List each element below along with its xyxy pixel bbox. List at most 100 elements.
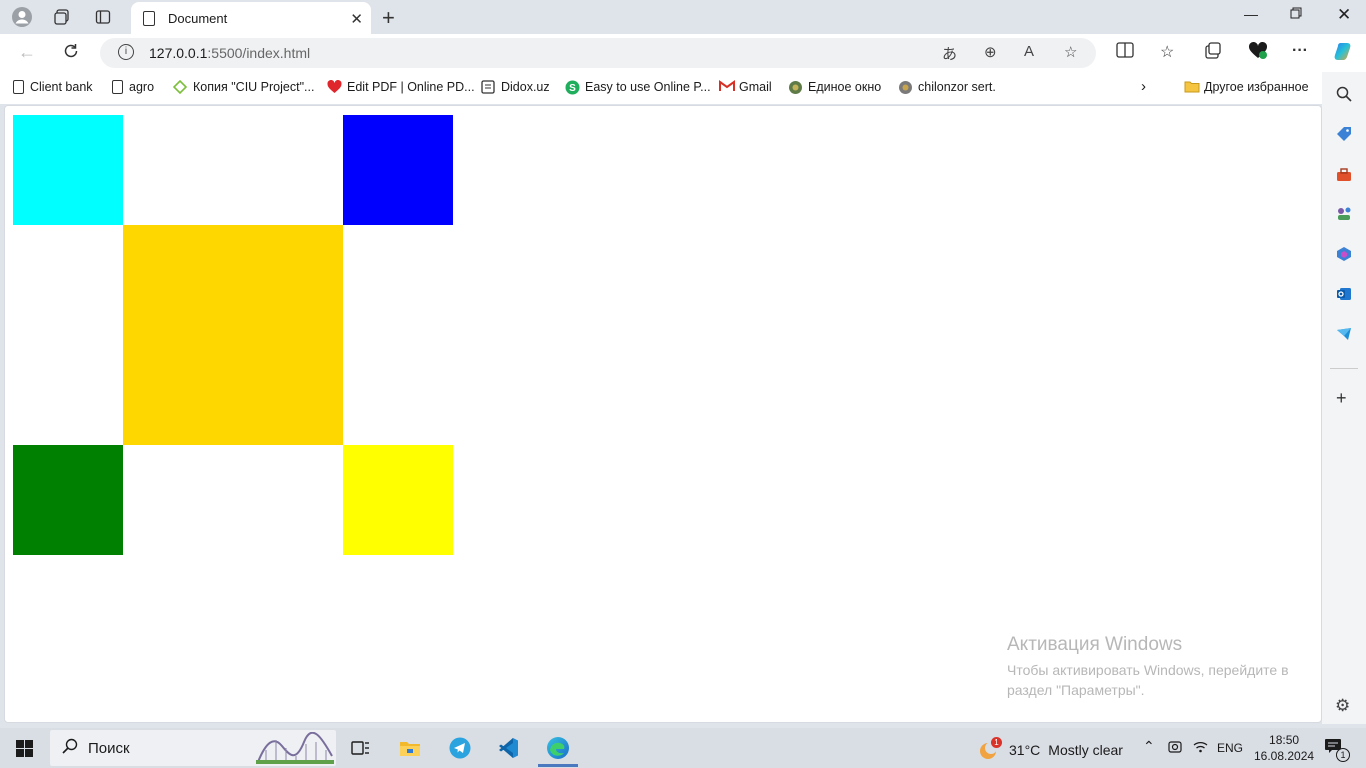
zoom-icon[interactable]: ⊕ [984,43,997,61]
browser-titlebar: Document ✕ + — ✕ [0,0,1366,34]
url-text: 127.0.0.1:5500/index.html [149,45,311,61]
sidebar-divider [1330,368,1358,369]
tray-overflow-chevron-icon[interactable]: ⌃ [1143,738,1155,755]
telegram-icon[interactable] [446,734,474,762]
tools-icon[interactable] [1336,167,1352,183]
bookmark-client-bank[interactable]: Client bank [13,80,93,94]
profile-icon[interactable] [10,6,34,28]
search-placeholder: Поиск [88,740,130,757]
windows-taskbar: Поиск 1 31°C Mostly clear ⌃ ENG 18:50 16… [0,728,1366,768]
bookmark-gmail[interactable]: Gmail [719,80,772,94]
favorites-icon[interactable]: ☆ [1160,42,1174,62]
gmail-icon [719,80,735,94]
activation-heading: Активация Windows [1007,634,1183,655]
activation-line-1: Чтобы активировать Windows, перейдите в [1007,662,1289,678]
start-logo-tile [16,740,24,748]
outlook-icon[interactable] [1336,286,1352,302]
shopping-tag-icon[interactable] [1336,126,1352,142]
close-tab-icon[interactable]: ✕ [350,10,363,28]
page-icon [112,80,123,94]
file-explorer-icon[interactable] [396,734,424,762]
back-button[interactable]: ← [18,42,36,63]
copilot-icon[interactable] [1332,40,1354,67]
site-info-icon[interactable]: i [118,44,134,60]
address-bar[interactable]: i 127.0.0.1:5500/index.html あ ⊕ A ☆ [100,38,1096,68]
weather-moon-icon: 1 [977,737,1002,761]
navigation-bar: ← i 127.0.0.1:5500/index.html あ ⊕ A ☆ ☆ … [0,34,1366,72]
square-blue [343,115,453,225]
taskbar-clock[interactable]: 18:50 16.08.2024 [1254,732,1314,764]
clock-time: 18:50 [1269,733,1300,747]
clock-date: 16.08.2024 [1254,749,1315,763]
page-viewport [4,105,1322,723]
workspaces-icon[interactable] [50,6,74,28]
weather-condition: Mostly clear [1048,742,1123,758]
tab-actions-icon[interactable] [91,6,115,28]
tab-document[interactable]: Document ✕ [131,2,371,34]
edge-taskbar-icon[interactable] [534,734,582,767]
favorite-star-icon[interactable]: ☆ [1064,43,1077,61]
translate-icon[interactable]: あ [942,43,957,64]
restore-button[interactable] [1290,6,1302,22]
refresh-button[interactable] [62,42,80,65]
start-logo-tile [25,749,33,757]
network-wifi-icon[interactable] [1193,740,1208,757]
activation-watermark: Активация Windows Чтобы активировать Win… [1007,634,1289,700]
search-icon[interactable] [1336,86,1352,102]
folder-icon [1184,80,1200,94]
bookmark-edinoe-okno[interactable]: Единое окно [788,80,881,94]
start-logo-tile [16,749,24,757]
weather-alert-badge: 1 [991,737,1002,748]
camera-icon[interactable] [1168,740,1182,757]
collections-icon[interactable] [1204,42,1222,65]
svg-text:S: S [569,83,576,94]
extension-icon[interactable] [1248,41,1268,65]
square-green [13,445,123,555]
start-logo-tile [25,740,33,748]
sidebar-settings-gear-icon[interactable]: ⚙ [1335,696,1350,716]
page-icon [13,80,24,94]
bookmark-edit-pdf[interactable]: Edit PDF | Online PD... [327,79,475,94]
send-icon[interactable] [1336,326,1352,342]
split-screen-icon[interactable] [1116,42,1134,63]
input-language[interactable]: ENG [1217,741,1243,755]
add-sidebar-app-icon[interactable]: + [1336,388,1347,409]
new-tab-button[interactable]: + [382,5,395,31]
square-cyan [13,115,123,225]
read-aloud-icon[interactable]: A [1024,43,1034,60]
taskbar-search-box[interactable]: Поиск [50,730,336,766]
heart-icon [327,79,342,94]
edge-sidebar: + ⚙ [1322,72,1366,724]
rollercoaster-illustration-icon [256,731,334,764]
bookmarks-bar: Client bank agro Копия "CIU Project"... … [0,72,1322,104]
more-bookmarks-chevron-icon[interactable]: › [1141,78,1146,95]
settings-menu-icon[interactable]: ··· [1292,42,1308,60]
square-yellow [343,445,453,555]
bookmark-didox[interactable]: Didox.uz [481,80,550,94]
microsoft-365-icon[interactable] [1336,246,1352,262]
emblem-icon [898,80,912,94]
sheets-diamond-icon [172,79,188,95]
bookmark-agro[interactable]: agro [112,80,154,94]
document-icon [143,10,155,26]
search-icon [62,738,78,758]
weather-temp: 31°C [1009,742,1041,758]
vscode-icon[interactable] [494,734,522,762]
bookmark-easy-to-use[interactable]: S Easy to use Online P... [565,80,711,95]
weather-widget[interactable]: 1 31°C Mostly clear [977,737,1123,761]
notifications-icon[interactable]: 1 [1324,738,1350,762]
bookmark-chilonzor[interactable]: chilonzor sert. [898,80,996,94]
square-gold [123,225,343,445]
document-icon [481,80,495,94]
minimize-button[interactable]: — [1244,6,1258,22]
tab-title: Document [168,10,228,26]
games-icon[interactable] [1336,206,1352,222]
start-button[interactable] [16,740,33,757]
emblem-icon [788,80,802,94]
task-view-icon[interactable] [346,734,374,762]
s-logo-icon: S [565,80,580,95]
close-window-button[interactable]: ✕ [1337,5,1351,25]
bookmark-ciu-project[interactable]: Копия "CIU Project"... [172,79,314,95]
activation-line-2: раздел "Параметры". [1007,682,1145,698]
other-favorites-folder[interactable]: Другое избранное [1184,80,1309,94]
